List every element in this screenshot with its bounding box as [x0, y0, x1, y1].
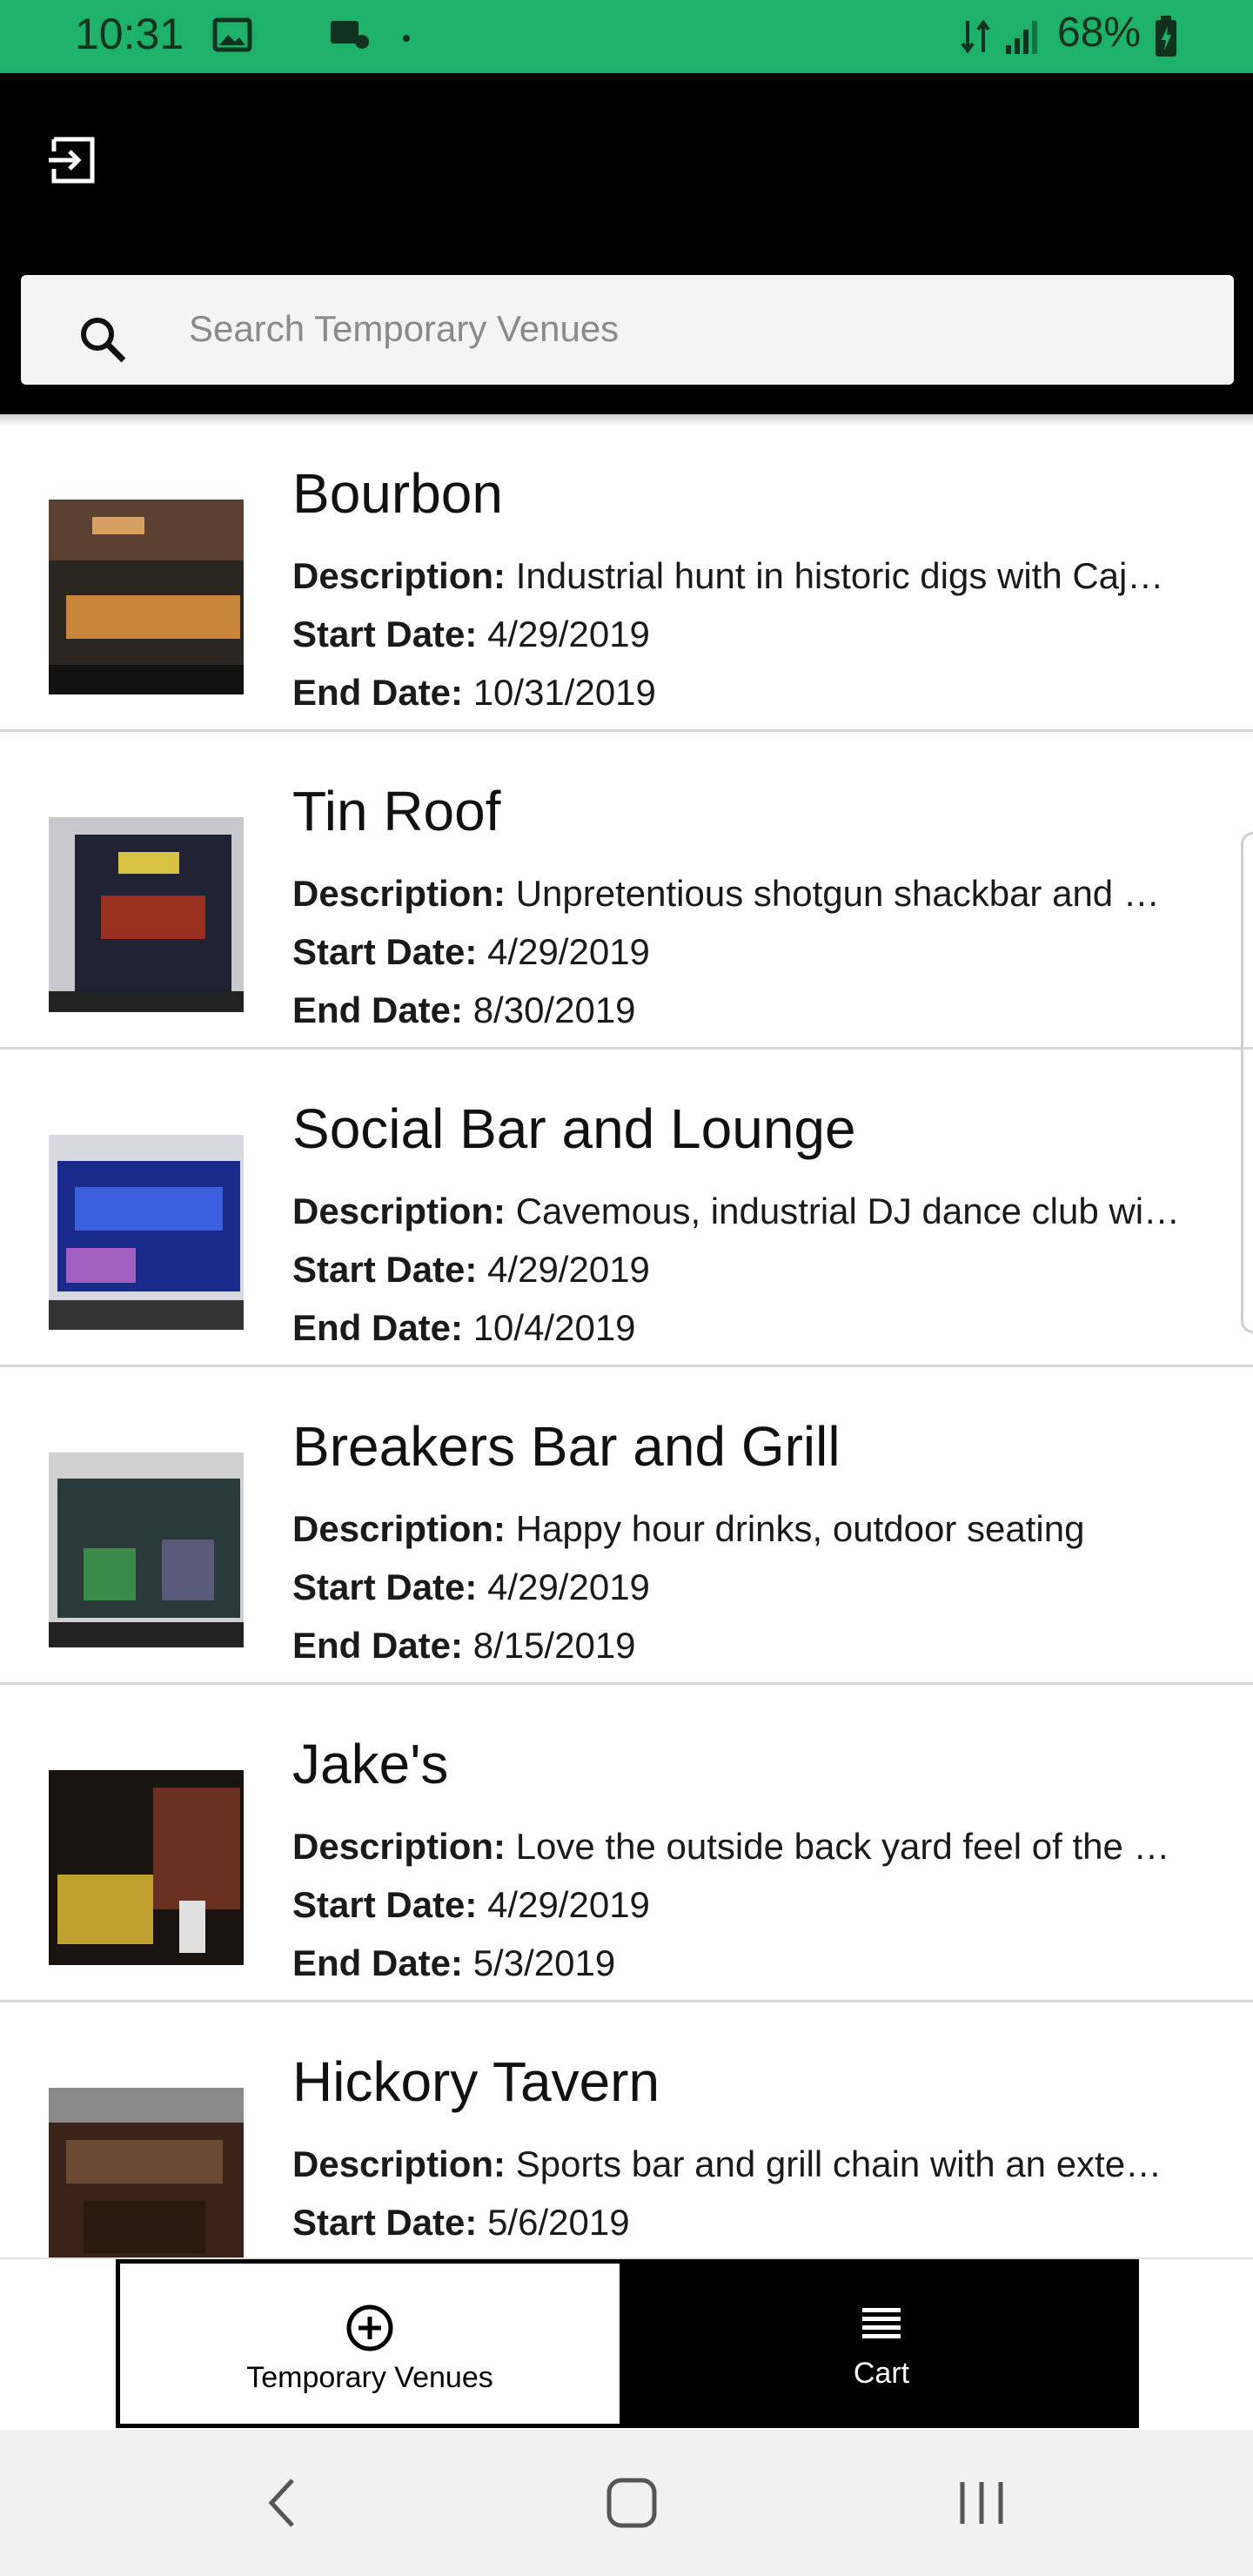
end-date-value: 8/15/2019 [472, 1625, 636, 1666]
add-circle-icon [345, 2304, 394, 2352]
venue-item[interactable]: Bourbon Description: Industrial hunt in … [0, 414, 1253, 732]
venue-description: Description: Sports bar and grill chain … [292, 2143, 1206, 2185]
start-date-label: Start Date: [292, 2202, 478, 2243]
venue-description: Description: Unpretentious shotgun shack… [292, 873, 1206, 915]
start-date-label: Start Date: [292, 1249, 478, 1290]
description-value: Love the outside back yard feel of the … [515, 1826, 1170, 1867]
tab-temporary-venues[interactable]: Temporary Venues [116, 2259, 624, 2428]
start-date-value: 4/29/2019 [487, 1249, 650, 1290]
venue-name: Social Bar and Lounge [292, 1097, 856, 1160]
venue-end-date: End Date: 10/4/2019 [292, 1307, 1206, 1349]
battery-percent: 68% [1057, 10, 1142, 56]
description-value: Industrial hunt in historic digs with Ca… [515, 555, 1164, 596]
venue-item[interactable]: Tin Roof Description: Unpretentious shot… [0, 732, 1253, 1050]
tab-cart[interactable]: Cart [624, 2259, 1139, 2428]
start-date-label: Start Date: [292, 1884, 478, 1925]
venue-start-date: Start Date: 4/29/2019 [292, 1566, 1206, 1608]
venue-thumbnail [49, 2088, 244, 2257]
tab-label: Temporary Venues [246, 2361, 493, 2394]
end-date-value: 8/30/2019 [472, 989, 636, 1030]
venue-thumbnail [49, 500, 244, 694]
venue-name: Bourbon [292, 462, 503, 525]
end-date-value: 10/31/2019 [472, 672, 656, 713]
call-icon [329, 17, 371, 57]
venue-item[interactable]: Jake's Description: Love the outside bac… [0, 1685, 1253, 2002]
venue-name: Jake's [292, 1733, 449, 1795]
dot-icon [402, 31, 411, 47]
description-label: Description: [292, 555, 506, 596]
venue-start-date: Start Date: 5/6/2019 [292, 2202, 1206, 2244]
end-date-label: End Date: [292, 1942, 464, 1983]
home-icon[interactable] [604, 2475, 660, 2535]
description-label: Description: [292, 1508, 506, 1549]
scroll-indicator[interactable] [1241, 832, 1253, 1333]
venue-thumbnail [49, 1770, 244, 1965]
description-label: Description: [292, 2143, 506, 2184]
signal-icon [1004, 17, 1042, 60]
start-date-value: 5/6/2019 [487, 2202, 630, 2243]
venue-start-date: Start Date: 4/29/2019 [292, 614, 1206, 655]
venue-start-date: Start Date: 4/29/2019 [292, 931, 1206, 973]
venue-thumbnail [49, 817, 244, 1012]
venue-item[interactable]: Social Bar and Lounge Description: Cavem… [0, 1050, 1253, 1367]
venue-description: Description: Happy hour drinks, outdoor … [292, 1508, 1206, 1550]
start-date-value: 4/29/2019 [487, 1884, 650, 1925]
end-date-value: 5/3/2019 [472, 1942, 616, 1983]
venue-name: Hickory Tavern [292, 2050, 660, 2113]
image-icon [212, 17, 252, 57]
description-label: Description: [292, 1191, 506, 1231]
venue-start-date: Start Date: 4/29/2019 [292, 1249, 1206, 1291]
system-nav-bar [0, 2430, 1253, 2576]
start-date-value: 4/29/2019 [487, 614, 650, 654]
search-input[interactable]: Search Temporary Venues [189, 308, 619, 350]
list-icon [857, 2299, 906, 2348]
description-label: Description: [292, 1826, 506, 1867]
venue-end-date: End Date: 10/31/2019 [292, 672, 1206, 714]
start-date-label: Start Date: [292, 614, 478, 654]
end-date-value: 10/4/2019 [472, 1307, 636, 1348]
recents-icon[interactable] [955, 2475, 1008, 2535]
venue-description: Description: Industrial hunt in historic… [292, 555, 1206, 597]
data-icon [961, 17, 990, 60]
venue-thumbnail [49, 1452, 244, 1647]
venue-end-date: End Date: 8/15/2019 [292, 1625, 1206, 1667]
status-bar: 10:31 68% [0, 0, 1253, 73]
venue-list[interactable]: Bourbon Description: Industrial hunt in … [0, 414, 1253, 2257]
end-date-label: End Date: [292, 1307, 464, 1348]
tab-label: Cart [853, 2357, 910, 2390]
description-value: Unpretentious shotgun shackbar and … [515, 873, 1160, 914]
status-time: 10:31 [75, 10, 184, 58]
bottom-tab-bar: Temporary Venues Cart [0, 2257, 1253, 2432]
logout-icon[interactable] [47, 134, 99, 186]
end-date-label: End Date: [292, 989, 464, 1030]
battery-icon [1154, 16, 1178, 62]
venue-start-date: Start Date: 4/29/2019 [292, 1884, 1206, 1926]
search-icon [75, 308, 136, 369]
app-header: Search Temporary Venues [0, 73, 1253, 414]
start-date-value: 4/29/2019 [487, 931, 650, 972]
venue-description: Description: Love the outside back yard … [292, 1826, 1206, 1868]
venue-item[interactable]: Hickory Tavern Description: Sports bar a… [0, 2002, 1253, 2257]
description-label: Description: [292, 873, 506, 914]
description-value: Cavemous, industrial DJ dance club wi… [515, 1191, 1181, 1231]
venue-name: Tin Roof [292, 780, 501, 842]
description-value: Happy hour drinks, outdoor seating [515, 1508, 1085, 1549]
start-date-value: 4/29/2019 [487, 1566, 650, 1607]
venue-description: Description: Cavemous, industrial DJ dan… [292, 1191, 1206, 1232]
back-icon[interactable] [261, 2475, 303, 2535]
end-date-label: End Date: [292, 672, 464, 713]
venue-item[interactable]: Breakers Bar and Grill Description: Happ… [0, 1367, 1253, 1685]
venue-end-date: End Date: 8/30/2019 [292, 989, 1206, 1031]
start-date-label: Start Date: [292, 1566, 478, 1607]
start-date-label: Start Date: [292, 931, 478, 972]
end-date-label: End Date: [292, 1625, 464, 1666]
venue-name: Breakers Bar and Grill [292, 1415, 841, 1478]
search-bar[interactable]: Search Temporary Venues [21, 275, 1234, 385]
venue-end-date: End Date: 5/3/2019 [292, 1942, 1206, 1984]
description-value: Sports bar and grill chain with an exte… [515, 2143, 1163, 2184]
venue-thumbnail [49, 1135, 244, 1330]
